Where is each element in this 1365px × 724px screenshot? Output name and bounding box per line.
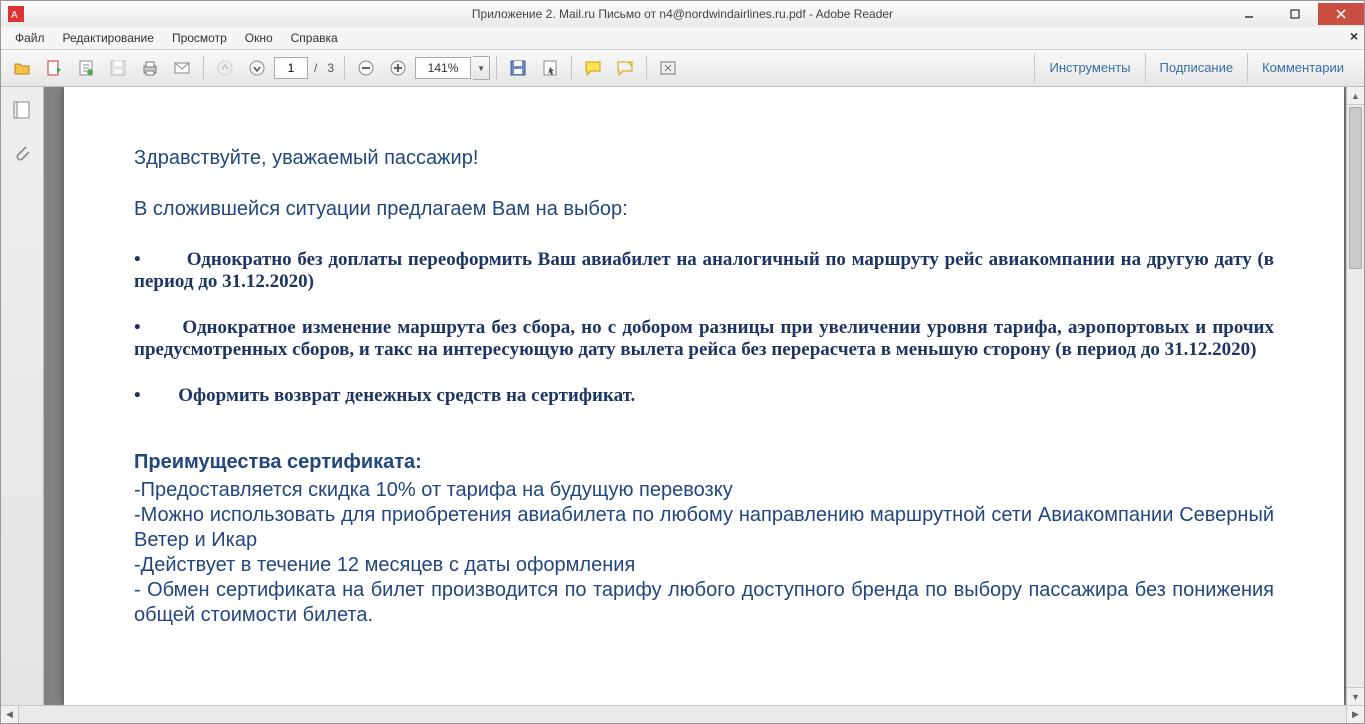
menu-help[interactable]: Справка xyxy=(283,29,346,47)
separator xyxy=(496,56,497,80)
vertical-scrollbar[interactable]: ▲ ▼ xyxy=(1346,87,1364,705)
menu-edit[interactable]: Редактирование xyxy=(55,29,162,47)
maximize-button[interactable] xyxy=(1272,3,1318,25)
close-button[interactable] xyxy=(1318,3,1364,25)
read-mode-button[interactable] xyxy=(653,53,683,83)
separator xyxy=(344,56,345,80)
page-up-button[interactable] xyxy=(210,53,240,83)
page-down-button[interactable] xyxy=(242,53,272,83)
menu-file[interactable]: Файл xyxy=(7,29,53,47)
bullet-1-text: Однократно без доплаты переоформить Ваш … xyxy=(134,249,1274,292)
email-button[interactable] xyxy=(167,53,197,83)
window-title: Приложение 2. Mail.ru Письмо от n4@nordw… xyxy=(1,7,1364,21)
document-viewport[interactable]: Здравствуйте, уважаемый пассажир! В слож… xyxy=(44,87,1364,705)
titlebar: A Приложение 2. Mail.ru Письмо от n4@nor… xyxy=(1,1,1364,27)
advantage-4: - Обмен сертификата на билет производитс… xyxy=(134,578,1274,628)
scroll-thumb[interactable] xyxy=(1349,107,1362,269)
intro-text: В сложившейся ситуации предлагаем Вам на… xyxy=(134,198,1274,221)
select-tool-button[interactable] xyxy=(535,53,565,83)
thumbnails-icon[interactable] xyxy=(9,97,35,123)
adobe-reader-icon: A xyxy=(7,5,25,23)
tools-pane-button[interactable]: Инструменты xyxy=(1034,53,1144,83)
toolbar: / 3 141% ▼ Инструменты Подписан xyxy=(1,50,1364,87)
zoom-dropdown[interactable]: ▼ xyxy=(473,56,490,80)
nav-sidebar xyxy=(1,87,44,705)
window-controls xyxy=(1226,3,1364,25)
page-separator: / xyxy=(310,61,321,75)
app-window: A Приложение 2. Mail.ru Письмо от n4@nor… xyxy=(0,0,1365,724)
create-pdf-button[interactable] xyxy=(71,53,101,83)
scroll-right-icon[interactable]: ▶ xyxy=(1346,706,1364,723)
zoom-in-button[interactable] xyxy=(383,53,413,83)
print-button[interactable] xyxy=(135,53,165,83)
right-panes: Инструменты Подписание Комментарии xyxy=(1034,53,1358,83)
horizontal-scrollbar[interactable]: ◀ ▶ xyxy=(1,705,1364,723)
separator xyxy=(203,56,204,80)
comments-pane-button[interactable]: Комментарии xyxy=(1247,53,1358,83)
advantages-heading: Преимущества сертификата: xyxy=(134,451,1274,474)
pdf-page: Здравствуйте, уважаемый пассажир! В слож… xyxy=(64,87,1344,705)
greeting-text: Здравствуйте, уважаемый пассажир! xyxy=(134,147,1274,170)
bullet-3: • Оформить возврат денежных средств на с… xyxy=(134,385,1274,407)
separator xyxy=(571,56,572,80)
zoom-out-button[interactable] xyxy=(351,53,381,83)
open-button[interactable] xyxy=(7,53,37,83)
bullet-3-text: Оформить возврат денежных средств на сер… xyxy=(178,385,635,406)
advantage-1: -Предоставляется скидка 10% от тарифа на… xyxy=(134,478,1274,503)
advantage-3: -Действует в течение 12 месяцев с даты о… xyxy=(134,553,1274,578)
page-total: 3 xyxy=(323,61,338,75)
bullet-1: • Однократно без доплаты переоформить Ва… xyxy=(134,249,1274,293)
sign-pane-button[interactable]: Подписание xyxy=(1145,53,1248,83)
scroll-left-icon[interactable]: ◀ xyxy=(1,706,19,723)
scroll-down-icon[interactable]: ▼ xyxy=(1347,687,1364,705)
convert-pdf-button[interactable] xyxy=(39,53,69,83)
save-floppy-button[interactable] xyxy=(503,53,533,83)
minimize-button[interactable] xyxy=(1226,3,1272,25)
save-button[interactable] xyxy=(103,53,133,83)
scroll-up-icon[interactable]: ▲ xyxy=(1347,87,1364,105)
attachments-icon[interactable] xyxy=(9,139,35,165)
document-close-icon[interactable]: × xyxy=(1350,28,1358,44)
comment-button[interactable] xyxy=(578,53,608,83)
svg-text:A: A xyxy=(11,10,18,21)
menu-view[interactable]: Просмотр xyxy=(164,29,235,47)
menubar: Файл Редактирование Просмотр Окно Справк… xyxy=(1,27,1364,50)
zoom-level[interactable]: 141% xyxy=(415,57,471,79)
bullet-2: • Однократное изменение маршрута без сбо… xyxy=(134,317,1274,361)
advantage-2: -Можно использовать для приобретения ави… xyxy=(134,503,1274,553)
separator xyxy=(646,56,647,80)
menu-window[interactable]: Окно xyxy=(237,29,281,47)
bullet-2-text: Однократное изменение маршрута без сбора… xyxy=(134,317,1274,360)
content-area: Здравствуйте, уважаемый пассажир! В слож… xyxy=(1,87,1364,705)
page-number-input[interactable] xyxy=(274,57,308,79)
highlight-button[interactable] xyxy=(610,53,640,83)
